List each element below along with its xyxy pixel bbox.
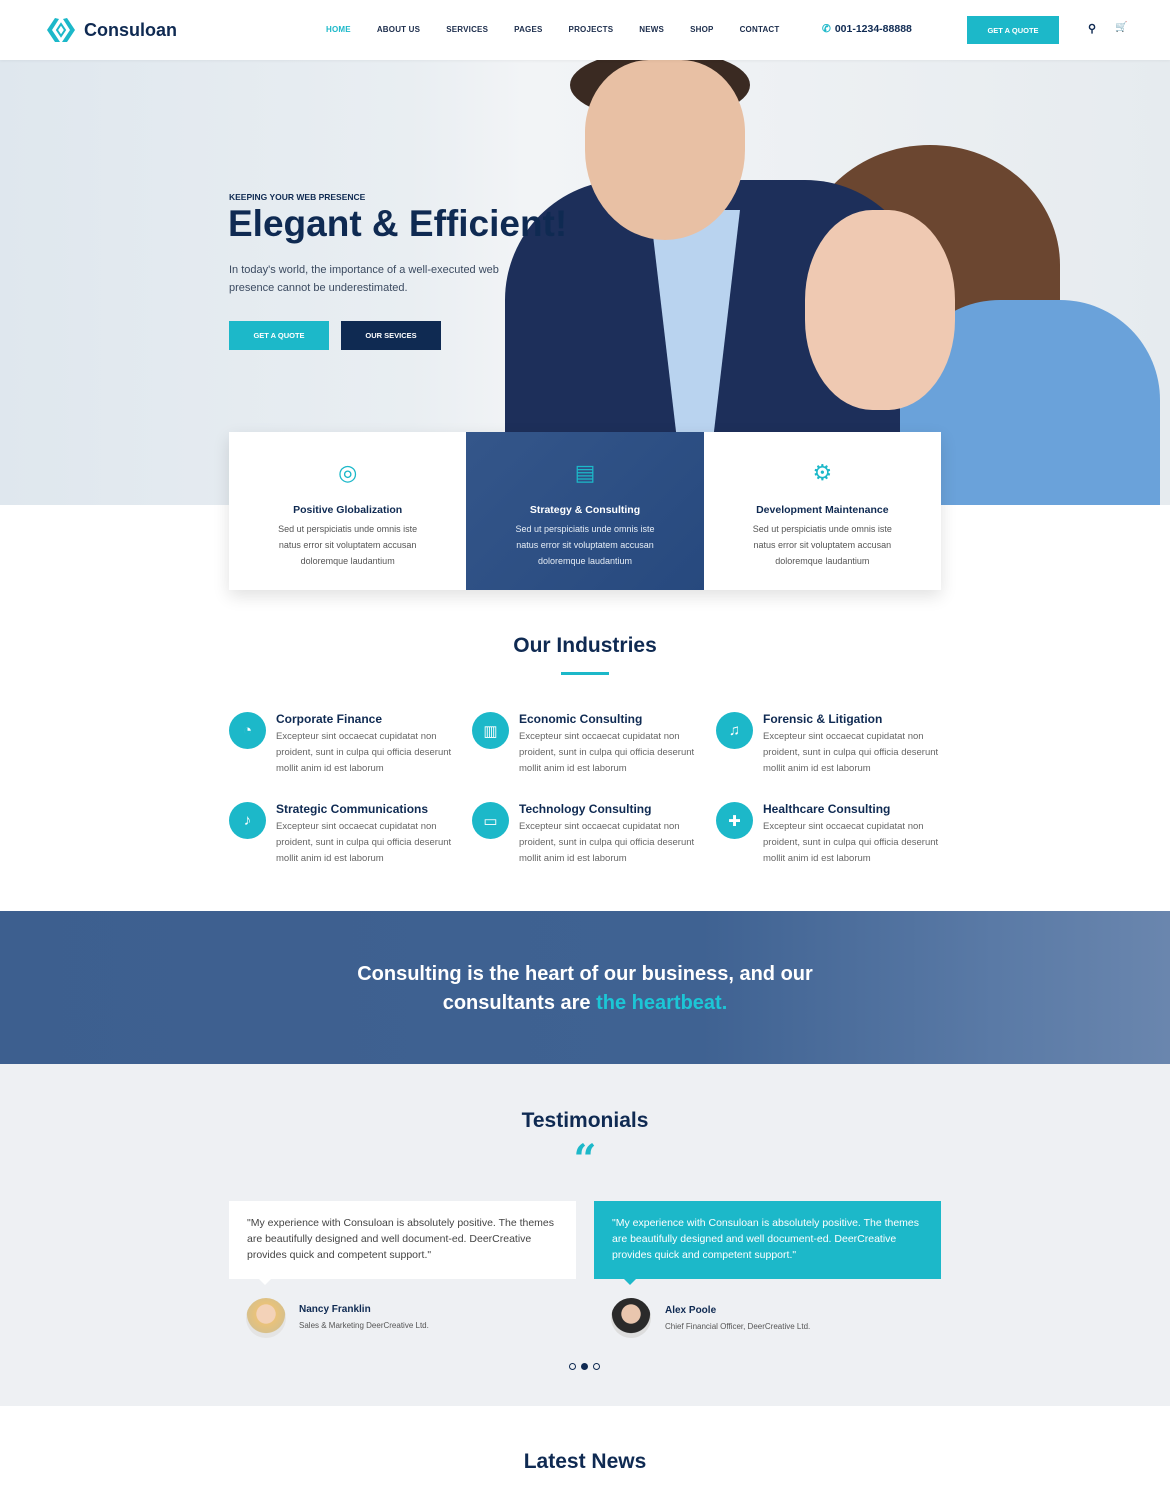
feature-card[interactable]: ⚙ Development Maintenance Sed ut perspic… <box>703 432 941 590</box>
pie-chart-icon: ◔ <box>229 712 266 749</box>
industry-text: Excepteur sint occaecat cupidatat non pr… <box>519 731 695 774</box>
nav-projects[interactable]: PROJECTS <box>569 25 614 34</box>
hero-image-face <box>585 60 745 240</box>
testimonial-card: "My experience with Consuloan is absolut… <box>594 1201 941 1285</box>
industries-title: Our Industries <box>513 634 657 657</box>
feature-title: Development Maintenance <box>756 504 889 516</box>
carousel-dot-active[interactable] <box>581 1363 588 1370</box>
hero-text: In today's world, the importance of a we… <box>229 264 499 294</box>
nav-contact[interactable]: CONTACT <box>740 25 780 34</box>
industry-item[interactable]: ▭ Technology Consulting Excepteur sint occ… <box>472 802 702 867</box>
banner-text: Consulting is the heart of our business,… <box>0 960 1170 1018</box>
industry-text: Excepteur sint occaecat cupidatat non pr… <box>763 821 939 864</box>
industry-item[interactable]: ✚ Healthcare Consulting Excepteur sint occ… <box>716 802 946 867</box>
industry-title: Technology Consulting <box>519 802 652 816</box>
carousel-dot[interactable] <box>593 1363 600 1370</box>
phone-icon: ✆ <box>822 23 831 35</box>
industry-item[interactable]: ♪ Strategic Communications Excepteur sint … <box>229 802 459 867</box>
avatar <box>611 1298 651 1338</box>
document-search-icon: ▤ <box>574 460 596 485</box>
hero-quote-button[interactable]: GET A QUOTE <box>229 321 329 350</box>
logo[interactable]: Consuloan <box>46 17 177 43</box>
industry-text: Excepteur sint occaecat cupidatat non pr… <box>519 821 695 864</box>
main-nav: HOME ABOUT US SERVICES PAGES PROJECTS NE… <box>326 25 806 34</box>
brand-name: Consuloan <box>84 19 177 40</box>
testimonial-role: Chief Financial Officer, DeerCreative Lt… <box>665 1322 811 1331</box>
hero-title: Elegant & Efficient! <box>228 203 568 244</box>
industry-item[interactable]: ▥ Economic Consulting Excepteur sint occae… <box>472 712 702 777</box>
title-underline <box>561 672 609 675</box>
feature-card[interactable]: ◎ Positive Globalization Sed ut perspici… <box>229 432 467 590</box>
bell-icon: ♫ <box>716 712 753 749</box>
nav-about[interactable]: ABOUT US <box>377 25 420 34</box>
phone[interactable]: ✆ 001-1234-88888 <box>822 23 912 35</box>
globe-icon: ◎ <box>338 460 358 485</box>
header: Consuloan HOME ABOUT US SERVICES PAGES P… <box>0 0 1170 60</box>
nav-services[interactable]: SERVICES <box>446 25 488 34</box>
feature-title: Strategy & Consulting <box>529 504 641 516</box>
industry-text: Excepteur sint occaecat cupidatat non pr… <box>276 821 452 864</box>
phone-number: 001-1234-88888 <box>834 23 912 35</box>
testimonial-quote: "My experience with Consuloan is absolut… <box>612 1217 920 1261</box>
industry-item[interactable]: ♫ Forensic & Litigation Excepteur sint occ… <box>716 712 946 777</box>
nav-home[interactable]: HOME <box>326 25 351 34</box>
hero-services-button[interactable]: OUR SEVICES <box>341 321 441 350</box>
header-quote-button[interactable]: GET A QUOTE <box>967 16 1059 44</box>
monitor-icon: ▭ <box>472 802 509 839</box>
industry-text: Excepteur sint occaecat cupidatat non pr… <box>276 731 452 774</box>
testimonial-role: Sales & Marketing DeerCreative Ltd. <box>299 1321 429 1330</box>
microphone-icon: ♪ <box>229 802 266 839</box>
feature-card[interactable]: ▤ Strategy & Consulting Sed ut perspicia… <box>466 432 704 590</box>
feature-text: Sed ut perspiciatis unde omnis iste natu… <box>515 524 655 566</box>
search-icon[interactable]: ⚲ <box>1088 22 1096 35</box>
news-title: Latest News <box>523 1450 647 1473</box>
nav-news[interactable]: NEWS <box>639 25 664 34</box>
quote-icon: “ <box>573 1136 597 1183</box>
logo-icon <box>47 18 75 42</box>
feature-cards: ◎ Positive Globalization Sed ut perspici… <box>229 432 941 590</box>
industry-title: Economic Consulting <box>519 712 643 726</box>
testimonials-title: Testimonials <box>521 1109 649 1132</box>
industry-item[interactable]: ◔ Corporate Finance Excepteur sint occaeca… <box>229 712 459 777</box>
medical-kit-icon: ✚ <box>716 802 753 839</box>
gears-icon: ⚙ <box>812 460 833 485</box>
bar-chart-icon: ▥ <box>472 712 509 749</box>
hero-eyebrow: KEEPING YOUR WEB PRESENCE <box>229 192 366 202</box>
nav-pages[interactable]: PAGES <box>514 25 542 34</box>
avatar <box>246 1298 286 1338</box>
testimonial-name: Alex Poole <box>665 1305 717 1316</box>
testimonial-name: Nancy Franklin <box>299 1304 371 1315</box>
testimonial-quote: "My experience with Consuloan is absolut… <box>247 1217 555 1261</box>
carousel-dot[interactable] <box>569 1363 576 1370</box>
industry-title: Healthcare Consulting <box>763 802 891 816</box>
feature-text: Sed ut perspiciatis unde omnis iste natu… <box>752 524 892 566</box>
industry-title: Forensic & Litigation <box>763 712 883 726</box>
feature-title: Positive Globalization <box>293 504 403 516</box>
banner-main: Consulting is the heart of our business,… <box>357 963 813 1014</box>
hero-image-woman-face <box>805 210 955 410</box>
cart-icon[interactable]: 🛒 <box>1115 22 1127 33</box>
banner-accent: the heartbeat. <box>596 992 728 1014</box>
industry-title: Corporate Finance <box>276 712 383 726</box>
nav-shop[interactable]: SHOP <box>690 25 713 34</box>
feature-text: Sed ut perspiciatis unde omnis iste natu… <box>278 524 418 566</box>
testimonial-card: "My experience with Consuloan is absolut… <box>229 1201 576 1285</box>
industry-text: Excepteur sint occaecat cupidatat non pr… <box>763 731 939 774</box>
industry-title: Strategic Communications <box>276 802 429 816</box>
